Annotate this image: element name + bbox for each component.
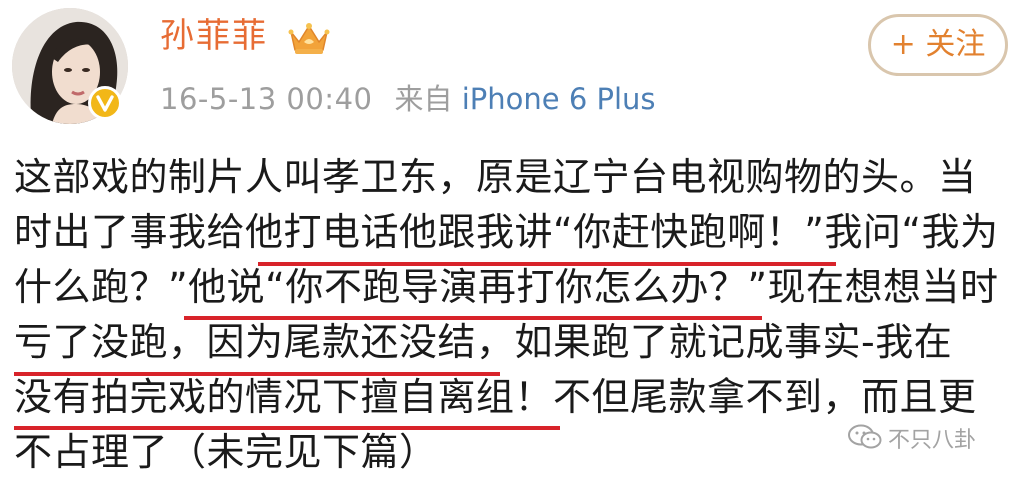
highlight-underline — [258, 262, 836, 266]
post-timestamp: 16-5-13 00:40 — [160, 82, 373, 116]
content-line: 亏了没跑，因为尾款还没结，如果跑了就记成事实-我在 — [14, 320, 953, 364]
crown-icon[interactable] — [287, 22, 331, 56]
content-line: 这部戏的制片人叫孝卫东，原是辽宁台电视购物的头。当 — [14, 155, 977, 199]
post-meta: 16-5-13 00:40 来自 iPhone 6 Plus — [160, 80, 656, 118]
username[interactable]: 孙菲菲 — [160, 14, 268, 58]
watermark: 不只八卦 — [848, 424, 976, 457]
highlight-underline — [14, 372, 500, 376]
highlight-underline — [14, 426, 560, 430]
verified-v-icon — [88, 86, 122, 120]
highlight-underline — [184, 316, 762, 320]
watermark-text: 不只八卦 — [888, 427, 977, 453]
device-link[interactable]: iPhone 6 Plus — [462, 82, 656, 116]
content-line: 没有拍完戏的情况下擅自离组！不但尾款拿不到，而且更 — [14, 375, 977, 419]
follow-button[interactable]: + 关注 — [868, 14, 1008, 76]
source-prefix: 来自 — [394, 82, 453, 116]
content-line: 时出了事我给他打电话他跟我讲“你赶快跑啊！”我问“我为 — [14, 210, 999, 254]
content-line: 什么跑？”他说“你不跑导演再打你怎么办？”现在想想当时 — [14, 265, 999, 309]
wechat-icon — [848, 424, 882, 457]
